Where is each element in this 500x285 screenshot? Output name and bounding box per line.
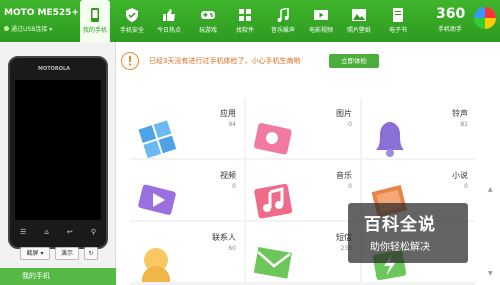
nav-label: 今日热点 xyxy=(156,27,181,34)
nav-security[interactable]: 手机安全 xyxy=(117,0,147,42)
phone-icon xyxy=(91,8,99,22)
alert-message: 已经3天没有进行过手机体检了，小心手机生病哟 xyxy=(149,57,301,65)
sms-icon xyxy=(253,247,292,279)
nav-music[interactable]: 音乐躲声 xyxy=(268,0,298,42)
checkup-alert: 已经3天没有进行过手机体检了，小心手机生病哟 立即体检 xyxy=(121,52,491,72)
nav-label: 音乐躲声 xyxy=(270,27,295,34)
gamepad-icon xyxy=(201,11,215,19)
usb-status-icon xyxy=(4,26,9,31)
scroll-up-icon[interactable]: ▲ xyxy=(488,186,493,193)
category-name: 联系人 xyxy=(212,233,236,242)
back-key-icon: ↩ xyxy=(66,228,73,236)
logo-ball-icon xyxy=(474,7,496,29)
category-count: 0 xyxy=(232,183,236,190)
thumbs-up-icon xyxy=(163,9,175,21)
category-name: 铃声 xyxy=(452,109,468,118)
category-contacts[interactable]: 联系人 60 xyxy=(130,222,244,282)
nav-label: 手机安全 xyxy=(119,27,144,34)
category-count: 94 xyxy=(228,121,236,128)
category-count: 0 xyxy=(348,183,352,190)
video-icon xyxy=(138,184,176,215)
watermark-subtitle: 助你轻松解决 xyxy=(370,242,430,253)
phone-keys: ☰ ⌂ ↩ ⚲ xyxy=(20,228,96,240)
category-name: 应用 xyxy=(220,109,236,118)
nav-ebook[interactable]: 电子书 xyxy=(383,0,413,42)
scroll-down-icon[interactable]: ▼ xyxy=(488,270,493,277)
my-phone-label: 我的手机 xyxy=(22,272,50,280)
connection-status[interactable]: 通过USB连接 ▾ xyxy=(4,24,52,33)
category-pictures[interactable]: 图片 0 xyxy=(246,98,360,158)
watermark-overlay: 百科全说 助你轻松解决 xyxy=(348,203,468,263)
nav-my-phone[interactable]: 我的手机 xyxy=(80,0,110,42)
refresh-icon: ↻ xyxy=(88,250,94,257)
top-navigation-bar: MOTO ME525+ 通过USB连接 ▾ 我的手机 手机安全 今日热点 玩游戏… xyxy=(0,0,500,42)
connection-label: 通过USB连接 xyxy=(11,26,48,33)
checkup-now-button[interactable]: 立即体检 xyxy=(329,54,379,68)
category-count: 81 xyxy=(460,121,468,128)
phone-brand: MOTOROLA xyxy=(38,66,71,72)
apps-icon xyxy=(138,120,177,158)
nav-software[interactable]: 找软件 xyxy=(230,0,260,42)
contacts-icon xyxy=(142,248,170,282)
music-icon xyxy=(254,183,293,219)
device-panel: MOTOROLA ☰ ⌂ ↩ ⚲ 截屏 ▾ 演示 ↻ 我的手机 xyxy=(0,42,116,285)
shield-icon xyxy=(126,8,138,22)
category-name: 音乐 xyxy=(336,171,352,180)
phone-screen[interactable] xyxy=(15,80,101,220)
nav-video[interactable]: 电影视频 xyxy=(306,0,336,42)
category-count: 60 xyxy=(228,245,236,252)
film-icon xyxy=(314,10,328,20)
nav-label: 电影视频 xyxy=(308,27,333,34)
category-name: 视频 xyxy=(220,171,236,180)
music-note-icon xyxy=(277,8,289,22)
category-count: 0 xyxy=(464,183,468,190)
nav-hot-today[interactable]: 今日热点 xyxy=(154,0,184,42)
nav-games[interactable]: 玩游戏 xyxy=(193,0,223,42)
nav-label: 玩游戏 xyxy=(198,27,217,34)
category-music[interactable]: 音乐 0 xyxy=(246,160,360,220)
image-icon xyxy=(352,9,366,21)
app-logo: 360 xyxy=(436,6,466,22)
category-ringtones[interactable]: 铃声 81 xyxy=(362,98,476,158)
vertical-scrollbar[interactable]: ▲ ▼ xyxy=(486,88,496,280)
nav-label: 照片壁纸 xyxy=(346,27,371,34)
warning-icon xyxy=(121,52,139,70)
my-phone-bar[interactable]: 我的手机 xyxy=(0,268,116,285)
home-key-icon: ⌂ xyxy=(44,228,49,236)
pictures-icon xyxy=(254,123,292,155)
search-key-icon: ⚲ xyxy=(90,228,96,236)
bell-icon xyxy=(376,122,404,157)
watermark-title: 百科全说 xyxy=(364,215,436,235)
category-apps[interactable]: 应用 94 xyxy=(130,98,244,158)
device-name: MOTO ME525+ xyxy=(4,8,79,18)
nav-label: 找软件 xyxy=(235,27,254,34)
screenshot-label: 截屏 xyxy=(26,250,39,257)
category-count: 0 xyxy=(348,121,352,128)
category-name: 小说 xyxy=(452,171,468,180)
phone-preview: MOTOROLA ☰ ⌂ ↩ ⚲ xyxy=(8,56,108,249)
nav-wallpaper[interactable]: 照片壁纸 xyxy=(344,0,374,42)
book-icon xyxy=(393,8,403,22)
nav-label: 电子书 xyxy=(388,27,407,34)
app-logo-subtitle: 手机助手 xyxy=(438,26,463,33)
nav-label: 我的手机 xyxy=(82,27,107,34)
category-videos[interactable]: 视频 0 xyxy=(130,160,244,220)
screenshot-button[interactable]: 截屏 ▾ xyxy=(20,247,50,260)
menu-key-icon: ☰ xyxy=(20,228,27,236)
grid-icon xyxy=(239,9,251,21)
demo-button[interactable]: 演示 xyxy=(55,247,79,260)
category-name: 图片 xyxy=(336,109,352,118)
refresh-button[interactable]: ↻ xyxy=(84,247,98,260)
category-sms[interactable]: 短信 233 xyxy=(246,222,360,282)
